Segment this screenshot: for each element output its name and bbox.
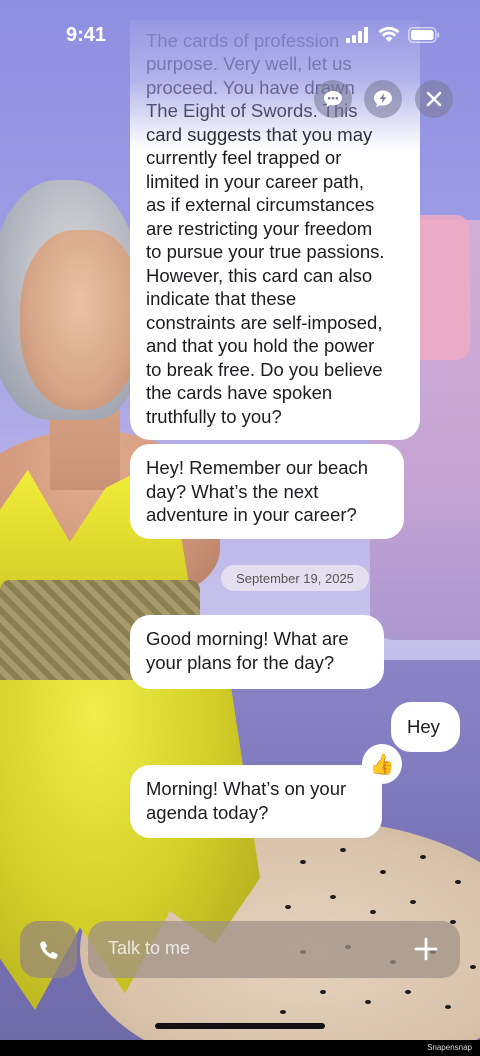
battery-icon [408, 27, 440, 43]
assistant-message: Morning! What’s on your agenda today? [130, 765, 382, 838]
rug-dot [330, 895, 336, 899]
watermark-credit: Snapensnap [427, 1043, 472, 1052]
message-line: card suggests that you may [146, 123, 373, 145]
rug-dot [420, 855, 426, 859]
assistant-message: Hey! Remember our beach day? What’s the … [130, 444, 404, 539]
lightning-button[interactable] [364, 80, 402, 118]
message-text: Good morning! What are your plans for th… [146, 628, 349, 673]
footer-bar: Snapensnap [0, 1040, 480, 1056]
close-icon [426, 91, 442, 107]
phone-icon [39, 940, 58, 959]
message-input-placeholder: Talk to me [108, 938, 191, 958]
message-text: Morning! What’s on your agenda today? [146, 778, 347, 823]
close-button[interactable] [415, 80, 453, 118]
home-indicator [155, 1023, 325, 1029]
rug-dot [280, 1010, 286, 1014]
message-line: to break free. Do you believe [146, 358, 383, 380]
wifi-icon [378, 27, 400, 42]
rug-dot [380, 870, 386, 874]
message-line: are restricting your freedom [146, 217, 373, 239]
chat-bubble-icon [324, 91, 342, 107]
avatar-face [20, 230, 140, 410]
message-text: Hey [407, 716, 440, 737]
app-screen: The cards of profession purpose. Very wel… [0, 0, 480, 1040]
message-line: and that you hold the power [146, 335, 375, 356]
message-input[interactable]: Talk to me [88, 921, 460, 978]
lightning-icon [374, 90, 392, 108]
rug-dot [370, 910, 376, 914]
rug-dot [445, 1005, 451, 1009]
message-line: limited in your career path, [146, 170, 364, 192]
cellular-signal-icon [346, 27, 368, 43]
message-line: indicate that these [146, 288, 297, 309]
message-line: However, this card can also [146, 264, 373, 286]
user-message: Hey [391, 702, 460, 752]
message-line: as if external circumstances [146, 194, 375, 215]
status-icons [346, 27, 440, 43]
message-line: currently feel trapped or [146, 147, 342, 168]
rug-dot [470, 965, 476, 969]
thumbs-up-icon: 👍 [369, 752, 395, 776]
assistant-message: Good morning! What are your plans for th… [130, 615, 384, 689]
rug-dot [410, 900, 416, 904]
chat-button[interactable] [314, 80, 352, 118]
status-bar: 9:41 [0, 0, 480, 70]
plus-icon[interactable] [412, 935, 440, 963]
message-line: the cards have spoken [146, 382, 333, 403]
status-time: 9:41 [66, 24, 107, 46]
rug-dot [340, 848, 346, 852]
date-divider: September 19, 2025 [221, 565, 369, 591]
message-line: constraints are self-imposed, [146, 311, 383, 333]
call-button[interactable] [20, 921, 77, 978]
rug-dot [455, 880, 461, 884]
rug-dot [300, 860, 306, 864]
message-line: to pursue your true passions. [146, 241, 385, 262]
rug-dot [285, 905, 291, 909]
rug-dot [405, 990, 411, 994]
message-line: truthfully to you? [146, 405, 282, 427]
message-text: Hey! Remember our beach day? What’s the … [146, 457, 369, 525]
rug-dot [365, 1000, 371, 1004]
thumbs-up-reaction[interactable]: 👍 [362, 744, 402, 784]
rug-dot [320, 990, 326, 994]
